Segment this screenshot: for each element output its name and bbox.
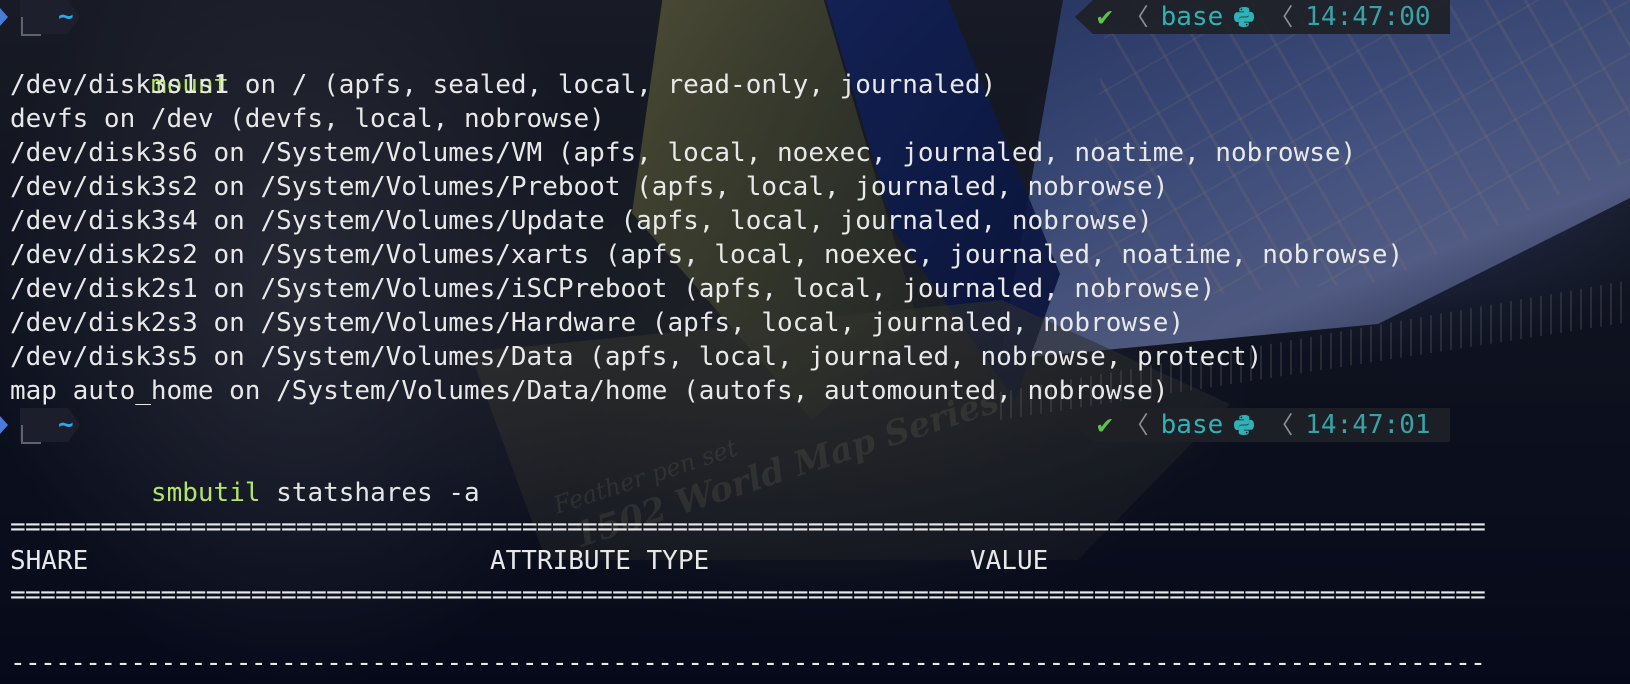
column-header-attribute-type: ATTRIBUTE TYPE: [490, 546, 710, 576]
python-icon: [1233, 414, 1255, 436]
column-header-value: VALUE: [970, 546, 1049, 576]
output-line: /dev/disk3s6 on /System/Volumes/VM (apfs…: [10, 138, 1357, 168]
output-line: /dev/disk2s3 on /System/Volumes/Hardware…: [10, 308, 1184, 338]
angle-left-icon: 〈: [1269, 411, 1294, 439]
angle-left-icon: 〈: [1124, 3, 1149, 31]
prompt-path-segment: ~: [0, 0, 100, 34]
prompt-path-segment: ~: [0, 408, 100, 442]
table-rule-double: ========================================…: [10, 580, 1486, 610]
column-header-share: SHARE: [10, 546, 89, 576]
output-line: devfs on /dev (devfs, local, nobrowse): [10, 104, 605, 134]
prompt-status-segment: ✔ 〈 base 〈 14:47:00: [1075, 0, 1450, 34]
prompt-time: 14:47:01: [1305, 410, 1431, 440]
output-line: /dev/disk3s1s1 on / (apfs, sealed, local…: [10, 70, 997, 100]
prompt-status-segment: ✔ 〈 base 〈 14:47:01: [1075, 408, 1450, 442]
python-icon: [1233, 6, 1255, 28]
angle-left-icon: 〈: [1124, 411, 1149, 439]
check-icon: ✔: [1097, 2, 1113, 32]
command-line[interactable]: smbutil statshares -a: [57, 442, 480, 508]
command-line[interactable]: mount: [57, 34, 229, 100]
output-line: /dev/disk2s2 on /System/Volumes/xarts (a…: [10, 240, 1404, 270]
prompt-start-marker: [0, 8, 8, 26]
prompt-bracket: [21, 17, 41, 36]
output-line: map auto_home on /System/Volumes/Data/ho…: [10, 376, 1169, 406]
command-args: statshares -a: [260, 478, 480, 508]
output-line: /dev/disk3s5 on /System/Volumes/Data (ap…: [10, 342, 1263, 372]
prompt-bracket: [21, 425, 41, 444]
check-icon: ✔: [1097, 410, 1113, 440]
table-rule-double: ========================================…: [10, 512, 1486, 542]
angle-left-icon: 〈: [1269, 3, 1294, 31]
prompt-path: ~: [58, 410, 74, 440]
output-line: /dev/disk3s4 on /System/Volumes/Update (…: [10, 206, 1153, 236]
terminal-screen[interactable]: ~ ✔ 〈 base 〈 14:47:00 mount /dev/disk3s1…: [0, 0, 1630, 684]
conda-env-name: base: [1160, 410, 1224, 440]
prompt-path: ~: [58, 2, 74, 32]
conda-env-name: base: [1160, 2, 1224, 32]
table-rule-single: ----------------------------------------…: [10, 648, 1486, 678]
output-line: /dev/disk2s1 on /System/Volumes/iSCPrebo…: [10, 274, 1216, 304]
command-name: smbutil: [150, 478, 261, 508]
prompt-time: 14:47:00: [1305, 2, 1431, 32]
output-line: /dev/disk3s2 on /System/Volumes/Preboot …: [10, 172, 1169, 202]
prompt-start-marker: [0, 416, 8, 434]
terminal-window[interactable]: Feather pen set 1502 World Map Series ~ …: [0, 0, 1630, 684]
